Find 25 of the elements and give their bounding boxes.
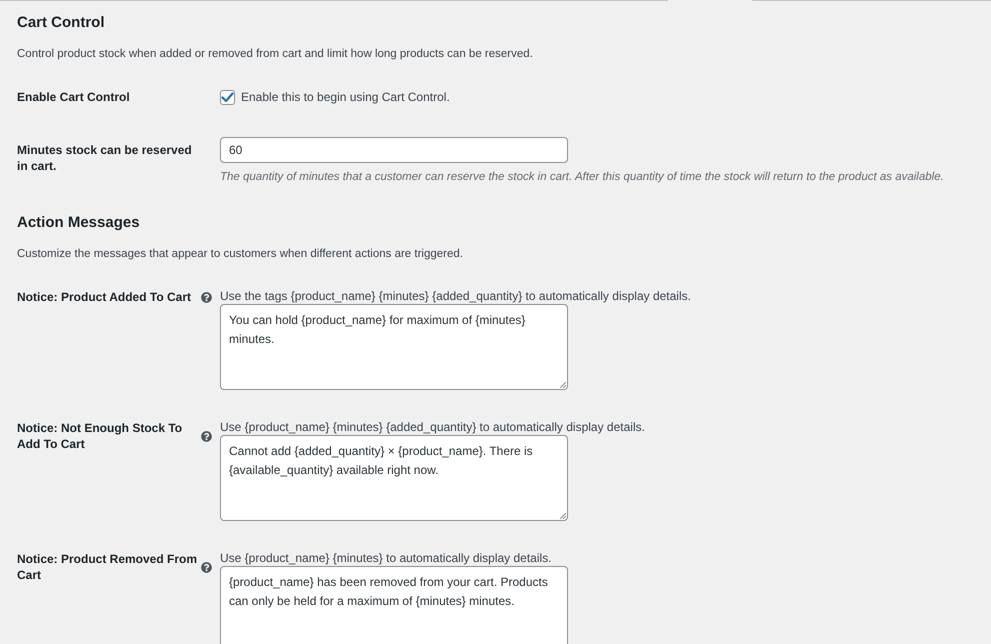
section-description: Customize the messages that appear to customers when different actions are triggered. bbox=[17, 247, 464, 262]
checkbox[interactable] bbox=[220, 90, 235, 104]
help-icon[interactable] bbox=[201, 292, 212, 302]
resize-grip-icon[interactable] bbox=[560, 513, 566, 519]
field-label: Notice: Product Added To Cart bbox=[17, 289, 192, 305]
help-text: The quantity of minutes that a customer can reserve the stock in cart. After this quantity of time the stock will return to the product as available. bbox=[220, 170, 945, 184]
check-icon bbox=[221, 92, 234, 102]
section-heading: Cart Control bbox=[17, 14, 106, 32]
section-heading: Action Messages bbox=[17, 214, 141, 232]
help-icon[interactable] bbox=[201, 562, 212, 572]
help-icon[interactable] bbox=[201, 430, 212, 442]
field-hint: Use the tags {product_name} {minutes} {added_quantity} to automatically display details. bbox=[220, 289, 692, 303]
message-textarea[interactable]: Cannot add {added_quantity} × {product_name}. There is {available_quantity} available right now. bbox=[220, 435, 568, 521]
resize-grip-icon[interactable] bbox=[560, 382, 566, 388]
checkbox-label[interactable]: Enable this to begin using Cart Control. bbox=[241, 89, 450, 105]
field-hint: Use {product_name} {minutes} to automatically display details. bbox=[220, 551, 553, 565]
field-label: Notice: Product Removed From Cart bbox=[17, 551, 198, 583]
message-textarea[interactable]: {product_name} has been removed from your cart. Products can only be held for a maximum of {minutes} minutes. bbox=[220, 566, 568, 644]
field-hint: Use {product_name} {minutes} {added_quantity} to automatically display details. bbox=[220, 420, 646, 434]
section-description: Control product stock when added or removed from cart and limit how long products can be reserved. bbox=[17, 47, 534, 62]
minutes-input[interactable]: 60 bbox=[220, 137, 568, 163]
message-textarea[interactable]: You can hold {product_name} for maximum of {minutes} minutes. bbox=[220, 304, 568, 390]
field-label: Notice: Not Enough Stock To Add To Cart bbox=[17, 420, 184, 452]
field-label: Minutes stock can be reserved in cart. bbox=[17, 142, 193, 174]
field-label: Enable Cart Control bbox=[17, 89, 131, 105]
